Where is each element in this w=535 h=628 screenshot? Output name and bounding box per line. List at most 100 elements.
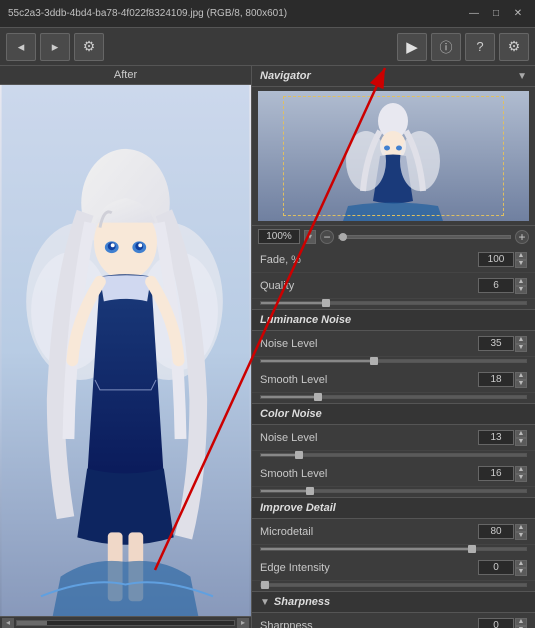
lum-noise-level-value[interactable] [478, 336, 514, 351]
title-bar: 55c2a3-3ddb-4bd4-ba78-4f022f8324109.jpg … [0, 0, 535, 28]
lum-smooth-level-slider[interactable] [260, 395, 527, 399]
sharpness-collapse-icon[interactable]: ▼ [260, 597, 270, 608]
col-smooth-level-label: Smooth Level [260, 468, 478, 480]
col-smooth-level-slider-thumb [306, 487, 314, 495]
zoom-plus-button[interactable]: + [515, 230, 529, 244]
anime-image [0, 85, 251, 616]
fade-spin-up[interactable]: ▲ [515, 252, 527, 260]
quality-slider[interactable] [260, 301, 527, 305]
fade-spinners: ▲ ▼ [515, 252, 527, 268]
options-button[interactable]: ⚙ [499, 33, 529, 61]
microdetail-slider-thumb [468, 545, 476, 553]
lum-smooth-level-spin-up[interactable]: ▲ [515, 372, 527, 380]
help-icon: ? [476, 39, 483, 54]
luminance-noise-header: Luminance Noise [252, 309, 535, 331]
sharpness-header: ▼ Sharpness [252, 591, 535, 613]
scroll-track[interactable] [16, 620, 235, 626]
play-button[interactable]: ▶ [397, 33, 427, 61]
info-button[interactable]: ⓘ [431, 33, 461, 61]
edge-intensity-slider[interactable] [260, 583, 527, 587]
nav-preview-image [258, 91, 529, 221]
edge-intensity-spinners: ▲ ▼ [515, 560, 527, 576]
close-button[interactable]: ✕ [509, 5, 527, 23]
improve-detail-header: Improve Detail [252, 497, 535, 519]
col-noise-level-value[interactable] [478, 430, 514, 445]
zoom-minus-button[interactable]: − [320, 230, 334, 244]
left-panel: After [0, 66, 252, 628]
lum-noise-level-spin-up[interactable]: ▲ [515, 336, 527, 344]
minimize-button[interactable]: — [465, 5, 483, 23]
image-canvas [0, 85, 251, 616]
nav-selection-rect [283, 96, 504, 216]
microdetail-slider-fill [261, 548, 473, 550]
edge-intensity-label: Edge Intensity [260, 562, 478, 574]
col-noise-level-section: Noise Level ▲ ▼ [252, 425, 535, 461]
quality-spinners: ▲ ▼ [515, 278, 527, 294]
help-button[interactable]: ? [465, 33, 495, 61]
left-scrollbar: ◂ ▸ [0, 616, 251, 628]
lum-smooth-level-label: Smooth Level [260, 374, 478, 386]
navigator-preview [258, 91, 529, 221]
maximize-button[interactable]: □ [487, 5, 505, 23]
fade-value[interactable] [478, 252, 514, 267]
col-noise-level-slider[interactable] [260, 453, 527, 457]
lum-smooth-level-spin-down[interactable]: ▼ [515, 380, 527, 388]
lum-noise-level-slider-fill [261, 360, 375, 362]
zoom-display[interactable]: 100% [258, 229, 300, 244]
edge-intensity-spin-down[interactable]: ▼ [515, 568, 527, 576]
col-smooth-level-value[interactable] [478, 466, 514, 481]
edge-intensity-section: Edge Intensity ▲ ▼ [252, 555, 535, 591]
lum-noise-level-row: Noise Level ▲ ▼ [252, 331, 535, 357]
sharpness-value[interactable] [478, 618, 514, 628]
microdetail-label: Microdetail [260, 526, 478, 538]
color-noise-title: Color Noise [260, 408, 322, 420]
toolbar: ◂ ▸ ⚙ ▶ ⓘ ? ⚙ [0, 28, 535, 66]
col-noise-level-spin-up[interactable]: ▲ [515, 430, 527, 438]
fade-spin-down[interactable]: ▼ [515, 260, 527, 268]
col-smooth-level-slider-row [252, 487, 535, 497]
lum-noise-level-spinners: ▲ ▼ [515, 336, 527, 352]
quality-slider-thumb [322, 299, 330, 307]
col-smooth-level-section: Smooth Level ▲ ▼ [252, 461, 535, 497]
zoom-slider[interactable] [338, 235, 511, 239]
navigator-collapse-button[interactable]: ▼ [517, 71, 527, 82]
right-panel: Navigator ▼ [252, 66, 535, 628]
col-noise-level-label: Noise Level [260, 432, 478, 444]
microdetail-section: Microdetail ▲ ▼ [252, 519, 535, 555]
microdetail-spin-up[interactable]: ▲ [515, 524, 527, 532]
scroll-right-arrow[interactable]: ▸ [237, 618, 249, 628]
gear-button[interactable]: ⚙ [74, 33, 104, 61]
sharpness-spin-up[interactable]: ▲ [515, 618, 527, 626]
lum-smooth-level-spinners: ▲ ▼ [515, 372, 527, 388]
lum-smooth-level-value[interactable] [478, 372, 514, 387]
luminance-noise-title: Luminance Noise [260, 314, 351, 326]
edge-intensity-value[interactable] [478, 560, 514, 575]
microdetail-slider[interactable] [260, 547, 527, 551]
back-button[interactable]: ◂ [6, 33, 36, 61]
col-noise-level-spin-down[interactable]: ▼ [515, 438, 527, 446]
sharpness-spinners: ▲ ▼ [515, 618, 527, 628]
col-smooth-level-spin-down[interactable]: ▼ [515, 474, 527, 482]
col-smooth-level-spin-up[interactable]: ▲ [515, 466, 527, 474]
quality-spin-up[interactable]: ▲ [515, 278, 527, 286]
microdetail-value[interactable] [478, 524, 514, 539]
quality-value[interactable] [478, 278, 514, 293]
col-smooth-level-slider[interactable] [260, 489, 527, 493]
zoom-dropdown-button[interactable]: ▾ [304, 230, 316, 244]
back-icon: ◂ [18, 39, 25, 55]
microdetail-spinners: ▲ ▼ [515, 524, 527, 540]
lum-noise-level-spin-down[interactable]: ▼ [515, 344, 527, 352]
navigator-section: Navigator ▼ [252, 66, 535, 247]
scroll-left-arrow[interactable]: ◂ [2, 618, 14, 628]
lum-noise-level-slider[interactable] [260, 359, 527, 363]
quality-spin-down[interactable]: ▼ [515, 286, 527, 294]
edge-intensity-spin-up[interactable]: ▲ [515, 560, 527, 568]
sharpness-label: Sharpness [260, 620, 478, 628]
edge-intensity-row: Edge Intensity ▲ ▼ [252, 555, 535, 581]
quality-slider-row [252, 299, 535, 309]
info-icon: ⓘ [439, 37, 452, 56]
microdetail-spin-down[interactable]: ▼ [515, 532, 527, 540]
navigator-header: Navigator ▼ [252, 66, 535, 87]
forward-button[interactable]: ▸ [40, 33, 70, 61]
sharpness-section: Sharpness ▲ ▼ [252, 613, 535, 628]
